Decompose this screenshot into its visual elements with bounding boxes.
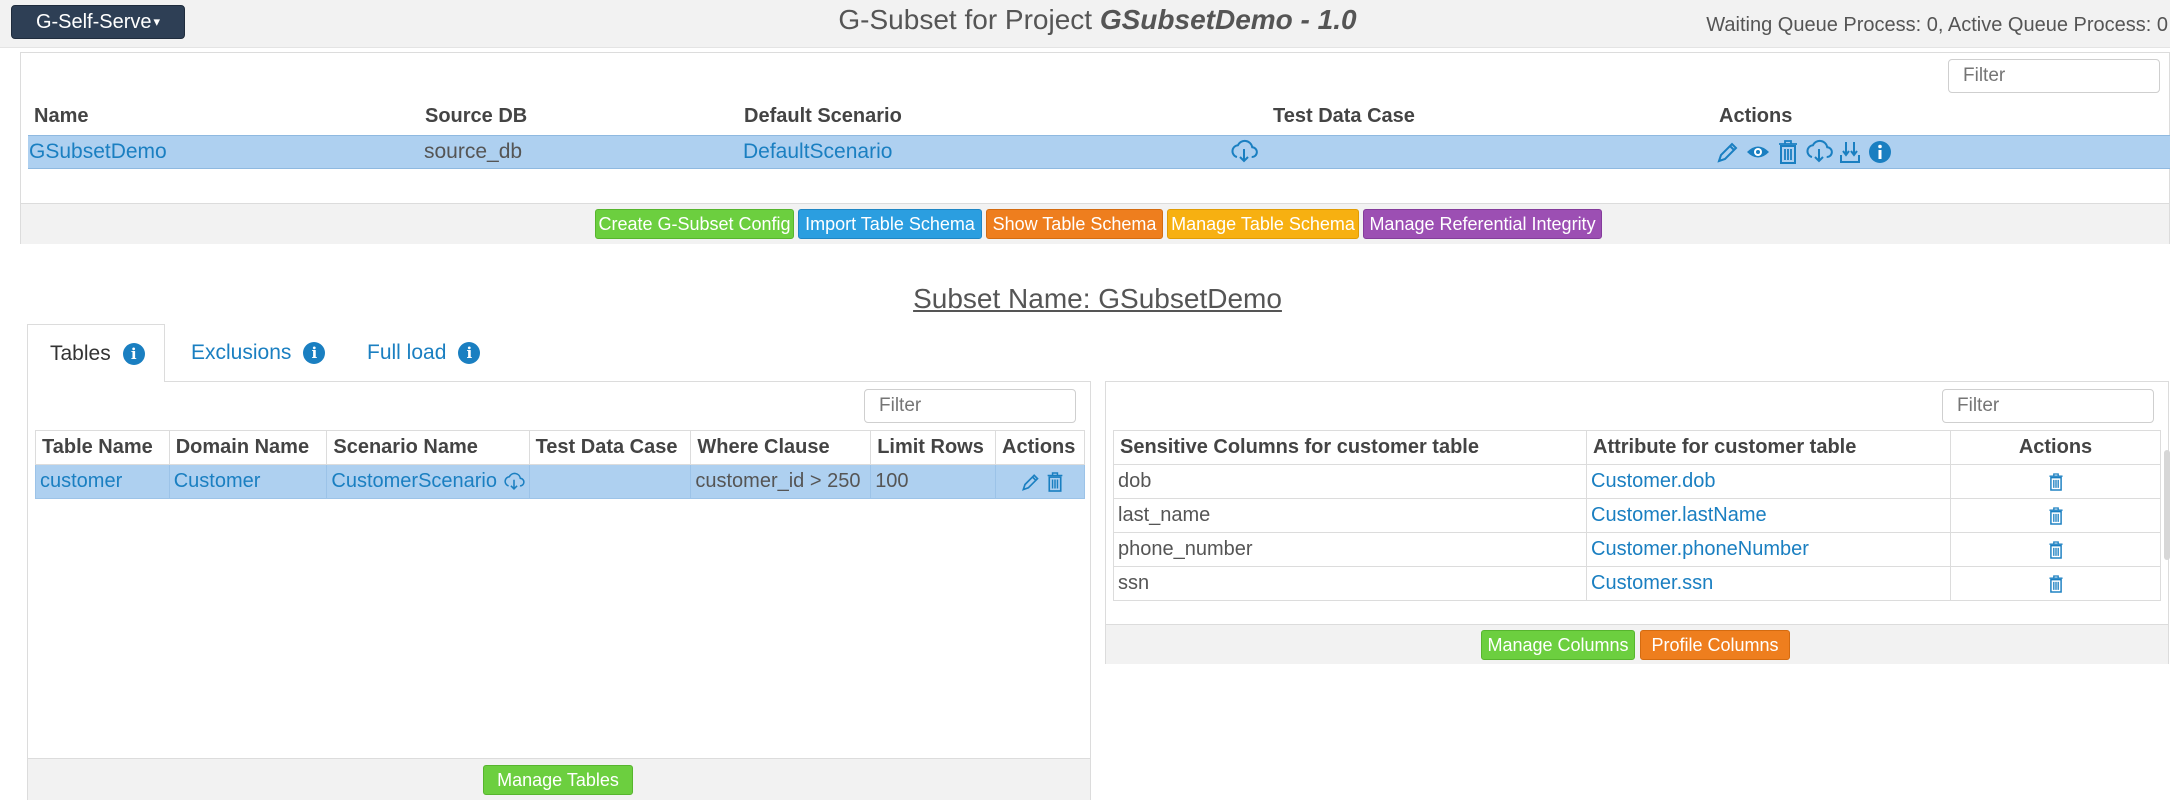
columns-button-bar: Manage Columns Profile Columns (1106, 624, 2168, 664)
default-scenario-link[interactable]: DefaultScenario (743, 140, 892, 164)
sensitive-column-cell: last_name (1113, 498, 1587, 533)
column-header-limit-rows[interactable]: Limit Rows (870, 430, 997, 465)
table-row[interactable]: customer Customer CustomerScenario custo… (35, 464, 1085, 499)
project-button-bar: Create G-Subset Config Import Table Sche… (21, 203, 2169, 244)
subset-title: Subset Name: GSubsetDemo (913, 283, 1282, 314)
column-header-name[interactable]: Name (34, 105, 88, 128)
source-db-value: source_db (424, 140, 523, 163)
info-icon[interactable] (1868, 139, 1892, 165)
attribute-link[interactable]: Customer.lastName (1591, 504, 1767, 526)
table-row[interactable]: ssn Customer.ssn (1113, 566, 2161, 601)
row-actions (1715, 139, 1892, 165)
delete-icon[interactable] (2048, 572, 2064, 595)
columns-filter-input[interactable] (1942, 389, 2154, 423)
domain-name-link[interactable]: Customer (174, 470, 261, 492)
column-header-domain-name[interactable]: Domain Name (168, 430, 328, 465)
tab-tables[interactable]: Tables i (27, 324, 165, 382)
tables-filter-input[interactable] (864, 389, 1076, 423)
attribute-link[interactable]: Customer.phoneNumber (1591, 538, 1809, 560)
column-header-actions: Actions (1719, 105, 1793, 127)
tab-label: Tables (50, 341, 111, 365)
profile-columns-button[interactable]: Profile Columns (1640, 630, 1790, 660)
scrollbar[interactable] (2164, 450, 2170, 560)
view-icon[interactable] (1745, 139, 1771, 165)
tab-label: Full load (367, 341, 447, 364)
manage-integrity-button[interactable]: Manage Referential Integrity (1363, 209, 1602, 239)
delete-icon[interactable] (2048, 504, 2064, 527)
page-title-prefix: G-Subset for Project (838, 4, 1100, 35)
import-schema-button[interactable]: Import Table Schema (798, 209, 982, 239)
tab-exclusions[interactable]: Exclusions i (191, 324, 326, 382)
column-header-test-data-case[interactable]: Test Data Case (528, 430, 692, 465)
test-data-case-cell (528, 464, 692, 499)
where-clause-cell: customer_id > 250 (690, 464, 872, 499)
info-icon[interactable]: i (458, 342, 481, 364)
project-panel: Name Source DB Default Scenario Test Dat… (20, 52, 2170, 244)
column-header-scenario-name[interactable]: Scenario Name (326, 430, 530, 465)
column-header-table-name[interactable]: Table Name (35, 430, 170, 465)
manage-columns-button[interactable]: Manage Columns (1481, 630, 1635, 660)
cloud-download-icon[interactable] (1805, 139, 1833, 165)
table-row[interactable]: dob Customer.dob (1113, 464, 2161, 499)
info-icon[interactable]: i (303, 342, 326, 364)
table-row[interactable]: last_name Customer.lastName (1113, 498, 2161, 533)
cloud-download-icon[interactable] (1230, 139, 1258, 165)
column-header-attribute[interactable]: Attribute for customer table (1586, 430, 1951, 465)
tables-panel: Table Name Domain Name Scenario Name Tes… (27, 381, 1091, 800)
info-icon[interactable]: i (122, 342, 145, 365)
project-name-link[interactable]: GSubsetDemo (29, 140, 167, 164)
sensitive-column-cell: ssn (1113, 566, 1587, 601)
table-row[interactable]: phone_number Customer.phoneNumber (1113, 532, 2161, 567)
column-header-actions: Actions (995, 430, 1085, 465)
sensitive-column-cell: phone_number (1113, 532, 1587, 567)
tab-full-load[interactable]: Full load i (367, 324, 481, 382)
scenario-name-link[interactable]: CustomerScenario (331, 470, 497, 492)
create-config-button[interactable]: Create G-Subset Config (595, 209, 794, 239)
attribute-link[interactable]: Customer.dob (1591, 470, 1716, 492)
edit-icon[interactable] (1020, 470, 1040, 493)
column-header-test-data-case[interactable]: Test Data Case (1273, 105, 1415, 128)
show-schema-button[interactable]: Show Table Schema (986, 209, 1163, 239)
column-header-source-db[interactable]: Source DB (425, 105, 527, 128)
tables-grid: Table Name Domain Name Scenario Name Tes… (35, 430, 1085, 499)
edit-icon[interactable] (1715, 139, 1739, 165)
column-header-where-clause[interactable]: Where Clause (690, 430, 872, 465)
download-icon[interactable] (1838, 139, 1862, 165)
page-title-project: GSubsetDemo - 1.0 (1099, 4, 1357, 35)
queue-status: Waiting Queue Process: 0, Active Queue P… (1706, 14, 2168, 36)
columns-grid: Sensitive Columns for customer table Att… (1113, 430, 2161, 601)
delete-icon[interactable] (2048, 470, 2064, 493)
attribute-link[interactable]: Customer.ssn (1591, 572, 1713, 594)
column-header-sensitive-column[interactable]: Sensitive Columns for customer table (1113, 430, 1587, 465)
table-row[interactable]: GSubsetDemo source_db DefaultScenario (28, 135, 2170, 169)
column-header-default-scenario[interactable]: Default Scenario (744, 105, 902, 128)
manage-tables-button[interactable]: Manage Tables (483, 765, 633, 795)
project-filter-input[interactable] (1948, 59, 2160, 93)
top-bar: G-Self-Serve ▾ G-Subset for Project GSub… (0, 0, 2170, 48)
cloud-download-icon[interactable] (503, 470, 525, 493)
tables-button-bar: Manage Tables (28, 758, 1090, 800)
sensitive-column-cell: dob (1113, 464, 1587, 499)
tab-label: Exclusions (191, 341, 292, 364)
table-name-link[interactable]: customer (40, 470, 122, 492)
manage-schema-button[interactable]: Manage Table Schema (1167, 209, 1359, 239)
column-header-actions: Actions (1950, 430, 2161, 465)
columns-panel: Sensitive Columns for customer table Att… (1105, 381, 2169, 664)
row-actions (995, 464, 1085, 499)
limit-rows-cell: 100 (870, 464, 997, 499)
delete-icon[interactable] (2048, 538, 2064, 561)
delete-icon[interactable] (1777, 139, 1799, 165)
delete-icon[interactable] (1046, 470, 1064, 493)
